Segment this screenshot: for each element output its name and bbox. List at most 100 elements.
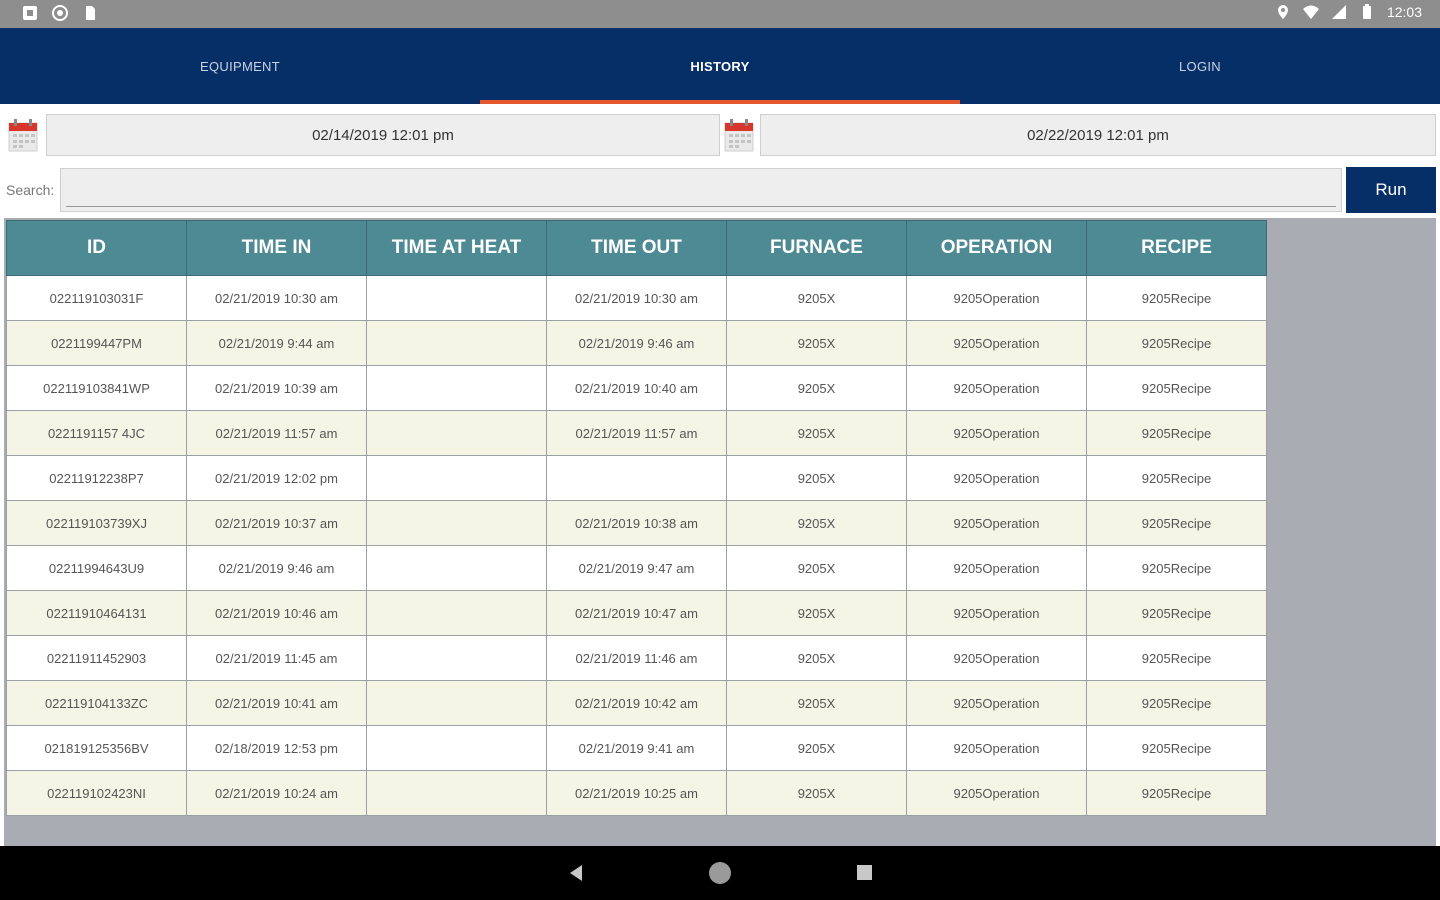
cell-time-at-heat (366, 455, 547, 501)
cell-id: 02211912238P7 (6, 455, 187, 501)
cell-id: 022119103739XJ (6, 500, 187, 546)
tab-history[interactable]: HISTORY (480, 28, 960, 104)
cell-time-at-heat (366, 410, 547, 456)
cell-recipe: 9205Recipe (1086, 365, 1267, 411)
cell-time-in: 02/21/2019 10:37 am (186, 500, 367, 546)
cell-time-at-heat (366, 365, 547, 411)
cell-time-in: 02/21/2019 10:30 am (186, 275, 367, 321)
cell-time-in: 02/21/2019 9:46 am (186, 545, 367, 591)
cell-time-at-heat (366, 275, 547, 321)
top-nav: EQUIPMENT HISTORY LOGIN (0, 28, 1440, 104)
cell-time-out: 02/21/2019 10:38 am (546, 500, 727, 546)
location-icon (1277, 5, 1288, 19)
cell-furnace: 9205X (726, 410, 907, 456)
cell-time-out (546, 455, 727, 501)
search-underline (66, 206, 1336, 207)
cell-time-in: 02/21/2019 10:41 am (186, 680, 367, 726)
cell-time-in: 02/21/2019 11:57 am (186, 410, 367, 456)
table-row[interactable]: 022119104133ZC 02/21/2019 10:41 am 02/21/2… (6, 680, 1267, 726)
recent-apps-icon[interactable] (857, 865, 872, 880)
table-row[interactable]: 02211911452903 02/21/2019 11:45 am 02/21/2… (6, 635, 1267, 681)
column-header-recipe[interactable]: RECIPE (1086, 220, 1267, 276)
cell-id: 0221191157 4JC (6, 410, 187, 456)
table-row[interactable]: 02211910464131 02/21/2019 10:46 am 02/21/2… (6, 590, 1267, 636)
cell-time-at-heat (366, 545, 547, 591)
cell-time-at-heat (366, 680, 547, 726)
cell-time-out: 02/21/2019 10:42 am (546, 680, 727, 726)
cell-id: 022119103031F (6, 275, 187, 321)
cell-time-out: 02/21/2019 9:46 am (546, 320, 727, 366)
cell-operation: 9205Operation (906, 680, 1087, 726)
cell-time-at-heat (366, 590, 547, 636)
cell-recipe: 9205Recipe (1086, 275, 1267, 321)
cell-operation: 9205Operation (906, 635, 1087, 681)
history-table-area[interactable]: ID TIME IN TIME AT HEAT TIME OUT FURNACE… (4, 218, 1436, 846)
cell-time-out: 02/21/2019 10:25 am (546, 770, 727, 816)
cell-furnace: 9205X (726, 365, 907, 411)
cell-id: 022119104133ZC (6, 680, 187, 726)
cell-recipe: 9205Recipe (1086, 320, 1267, 366)
cell-time-out: 02/21/2019 11:46 am (546, 635, 727, 681)
column-header-time-in[interactable]: TIME IN (186, 220, 367, 276)
tab-equipment[interactable]: EQUIPMENT (0, 28, 480, 104)
sd-card-icon (86, 6, 95, 20)
cell-furnace: 9205X (726, 635, 907, 681)
table-row[interactable]: 022119103841WP 02/21/2019 10:39 am 02/21/2… (6, 365, 1267, 411)
column-header-time-at-heat[interactable]: TIME AT HEAT (366, 220, 547, 276)
end-date-field[interactable]: 02/22/2019 12:01 pm (760, 114, 1436, 156)
table-row[interactable]: 021819125356BV 02/18/2019 12:53 pm 02/21/2… (6, 725, 1267, 771)
cell-recipe: 9205Recipe (1086, 590, 1267, 636)
cell-operation: 9205Operation (906, 320, 1087, 366)
table-row[interactable]: 022119102423NI 02/21/2019 10:24 am 02/21/2… (6, 770, 1267, 816)
column-header-time-out[interactable]: TIME OUT (546, 220, 727, 276)
cell-time-in: 02/21/2019 11:45 am (186, 635, 367, 681)
system-navigation-bar (0, 846, 1440, 900)
cell-recipe: 9205Recipe (1086, 455, 1267, 501)
cell-recipe: 9205Recipe (1086, 770, 1267, 816)
cell-time-out: 02/21/2019 11:57 am (546, 410, 727, 456)
cell-time-at-heat (366, 725, 547, 771)
table-row[interactable]: 0221199447PM 02/21/2019 9:44 am 02/21/2019… (6, 320, 1267, 366)
cell-recipe: 9205Recipe (1086, 680, 1267, 726)
column-header-operation[interactable]: OPERATION (906, 220, 1087, 276)
cell-furnace: 9205X (726, 590, 907, 636)
cell-time-in: 02/21/2019 10:46 am (186, 590, 367, 636)
cell-id: 02211910464131 (6, 590, 187, 636)
run-button[interactable]: Run (1346, 167, 1436, 213)
start-calendar-icon[interactable] (8, 118, 38, 152)
table-row[interactable]: 022119103739XJ 02/21/2019 10:37 am 02/21/2… (6, 500, 1267, 546)
cell-time-out: 02/21/2019 10:30 am (546, 275, 727, 321)
column-header-id[interactable]: ID (6, 220, 187, 276)
cell-id: 022119103841WP (6, 365, 187, 411)
signal-icon (1331, 5, 1346, 19)
table-header-row: ID TIME IN TIME AT HEAT TIME OUT FURNACE… (6, 220, 1267, 276)
cell-time-at-heat (366, 320, 547, 366)
cell-id: 021819125356BV (6, 725, 187, 771)
back-icon[interactable] (566, 863, 586, 883)
cell-furnace: 9205X (726, 770, 907, 816)
battery-icon (1362, 4, 1371, 19)
cell-operation: 9205Operation (906, 410, 1087, 456)
end-calendar-icon[interactable] (724, 118, 754, 152)
system-status: 12:03 (1275, 4, 1422, 20)
cell-furnace: 9205X (726, 500, 907, 546)
history-table: ID TIME IN TIME AT HEAT TIME OUT FURNACE… (6, 220, 1267, 816)
cell-operation: 9205Operation (906, 275, 1087, 321)
notification-icons (22, 5, 98, 21)
cell-operation: 9205Operation (906, 590, 1087, 636)
cell-id: 02211994643U9 (6, 545, 187, 591)
search-label: Search: (6, 182, 55, 198)
table-row[interactable]: 0221191157 4JC 02/21/2019 11:57 am 02/21/2… (6, 410, 1267, 456)
cell-time-in: 02/21/2019 10:39 am (186, 365, 367, 411)
table-row[interactable]: 022119103031F 02/21/2019 10:30 am 02/21/20… (6, 275, 1267, 321)
column-header-furnace[interactable]: FURNACE (726, 220, 907, 276)
table-row[interactable]: 02211912238P7 02/21/2019 12:02 pm 9205X 920… (6, 455, 1267, 501)
status-bar: 12:03 (0, 0, 1440, 28)
home-icon[interactable] (709, 862, 731, 884)
cell-furnace: 9205X (726, 320, 907, 366)
start-date-field[interactable]: 02/14/2019 12:01 pm (46, 114, 720, 156)
cell-id: 022119102423NI (6, 770, 187, 816)
table-row[interactable]: 02211994643U9 02/21/2019 9:46 am 02/21/201… (6, 545, 1267, 591)
tab-login[interactable]: LOGIN (960, 28, 1440, 104)
cell-time-out: 02/21/2019 9:41 am (546, 725, 727, 771)
